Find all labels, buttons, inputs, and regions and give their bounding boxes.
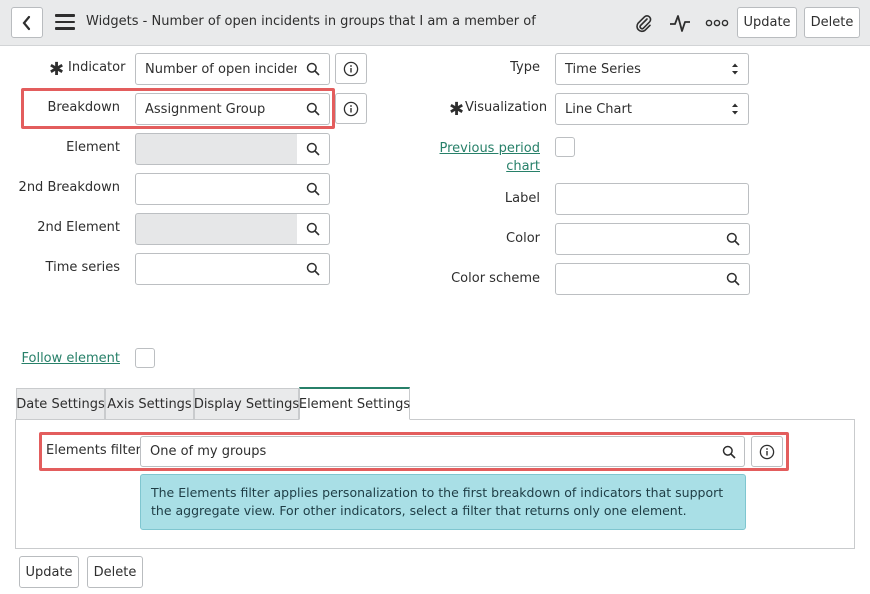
- element2-input: [135, 213, 298, 245]
- color-lookup-button[interactable]: [717, 223, 750, 255]
- breakdown-lookup-button[interactable]: [297, 93, 330, 125]
- time-series-label: Time series: [45, 260, 120, 275]
- label-field-label: Label: [504, 191, 540, 206]
- search-icon: [722, 445, 736, 459]
- elements-filter-input[interactable]: One of my groups: [140, 436, 714, 467]
- back-button[interactable]: [11, 7, 43, 38]
- info-icon: [343, 61, 359, 76]
- color-scheme-input[interactable]: [555, 263, 718, 295]
- time-series-lookup-button[interactable]: [297, 253, 330, 285]
- type-select[interactable]: Time Series: [555, 53, 749, 85]
- search-icon: [306, 62, 320, 76]
- element2-label: 2nd Element: [37, 220, 120, 235]
- breakdown2-label: 2nd Breakdown: [18, 180, 120, 195]
- footer-update-button[interactable]: Update: [19, 556, 79, 588]
- breakdown2-input[interactable]: [135, 173, 298, 205]
- search-icon: [306, 262, 320, 276]
- breakdown-label: Breakdown: [47, 100, 120, 115]
- more-options-icon[interactable]: [705, 12, 729, 34]
- select-arrows-icon: [732, 63, 738, 75]
- indicator-info-button[interactable]: [335, 53, 367, 84]
- color-input[interactable]: [555, 223, 718, 255]
- previous-period-line1: Previous period: [439, 141, 540, 156]
- required-icon: ✱: [449, 99, 465, 120]
- element-input: [135, 133, 298, 165]
- header-update-button[interactable]: Update: [737, 7, 797, 38]
- breakdown-input[interactable]: Assignment Group: [135, 93, 298, 125]
- type-select-value: Time Series: [565, 61, 641, 77]
- search-icon: [306, 102, 320, 116]
- info-icon: [759, 444, 775, 459]
- type-label: Type: [510, 60, 540, 75]
- required-icon: ✱: [49, 59, 65, 80]
- search-icon: [726, 272, 740, 286]
- elements-filter-label: Elements filter: [46, 443, 141, 458]
- indicator-input[interactable]: Number of open incidents: [135, 53, 298, 85]
- search-icon: [306, 182, 320, 196]
- label-input[interactable]: [555, 183, 749, 215]
- elements-filter-info-message: The Elements filter applies personalizat…: [140, 474, 746, 530]
- elements-filter-lookup-button[interactable]: [713, 436, 745, 467]
- tab-axis-settings[interactable]: Axis Settings: [105, 388, 194, 420]
- info-icon: [343, 101, 359, 116]
- search-icon: [306, 142, 320, 156]
- follow-element-checkbox[interactable]: [135, 348, 155, 368]
- activity-icon[interactable]: [669, 12, 691, 34]
- previous-period-checkbox[interactable]: [555, 137, 575, 157]
- element2-lookup-button[interactable]: [297, 213, 330, 245]
- previous-period-chart-link[interactable]: Previous period chart: [430, 140, 540, 176]
- paperclip-icon[interactable]: [632, 12, 654, 34]
- element-label: Element: [66, 140, 120, 155]
- header-delete-button[interactable]: Delete: [804, 7, 860, 38]
- page-title: Widgets - Number of open incidents in gr…: [86, 14, 536, 29]
- tab-display-settings[interactable]: Display Settings: [194, 388, 299, 420]
- indicator-label: Indicator: [68, 60, 126, 75]
- time-series-input[interactable]: [135, 253, 298, 285]
- color-label: Color: [506, 231, 540, 246]
- tab-element-settings[interactable]: Element Settings: [299, 387, 410, 420]
- search-icon: [726, 232, 740, 246]
- tab-date-settings[interactable]: Date Settings: [16, 388, 105, 420]
- previous-period-line2: chart: [506, 159, 540, 174]
- breakdown2-lookup-button[interactable]: [297, 173, 330, 205]
- chevron-left-icon: [22, 15, 31, 30]
- visualization-select-value: Line Chart: [565, 101, 632, 117]
- menu-icon[interactable]: [55, 14, 75, 30]
- elements-filter-info-button[interactable]: [751, 436, 783, 467]
- search-icon: [306, 222, 320, 236]
- visualization-label: Visualization: [465, 100, 548, 115]
- color-scheme-lookup-button[interactable]: [717, 263, 750, 295]
- element-lookup-button[interactable]: [297, 133, 330, 165]
- color-scheme-label: Color scheme: [451, 271, 540, 286]
- select-arrows-icon: [732, 103, 738, 115]
- breakdown-info-button[interactable]: [335, 93, 367, 124]
- footer-delete-button[interactable]: Delete: [87, 556, 143, 588]
- follow-element-link[interactable]: Follow element: [20, 351, 120, 366]
- visualization-select[interactable]: Line Chart: [555, 93, 749, 125]
- indicator-lookup-button[interactable]: [297, 53, 330, 85]
